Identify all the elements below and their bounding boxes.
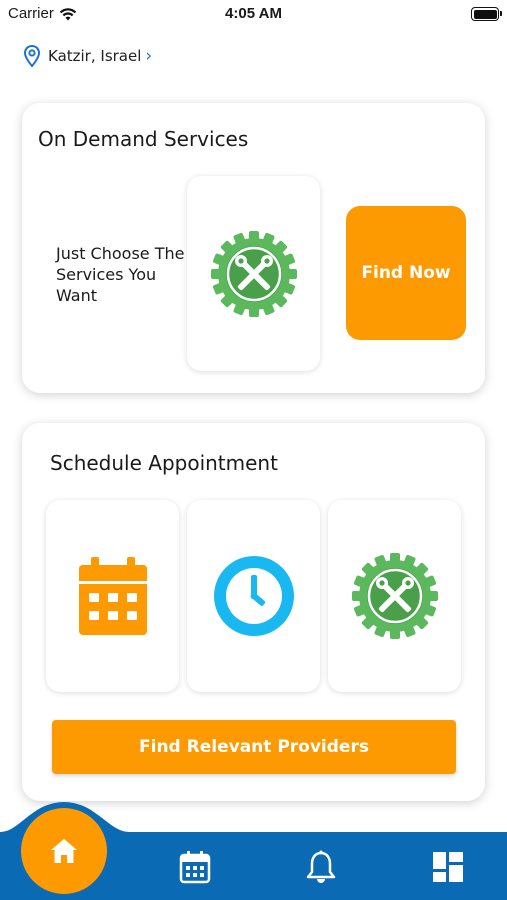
schedule-card: Schedule Appointment Find Relevant Provi… — [22, 423, 485, 801]
tab-notifications[interactable] — [304, 850, 338, 884]
find-now-button[interactable]: Find Now — [346, 206, 466, 340]
tab-calendar[interactable] — [178, 850, 212, 884]
service-type-tile[interactable] — [328, 500, 461, 692]
time-tile[interactable] — [187, 500, 320, 692]
calendar-icon — [78, 557, 147, 635]
on-demand-card: On Demand Services Just Choose The Servi… — [22, 103, 485, 393]
find-providers-button[interactable]: Find Relevant Providers — [52, 720, 456, 774]
location-label: Katzir, Israel — [48, 47, 142, 65]
calendar-icon — [179, 851, 211, 884]
dashboard-icon — [433, 852, 463, 882]
battery-icon — [471, 7, 502, 21]
bell-icon — [306, 850, 336, 883]
location-pin-icon — [24, 45, 40, 67]
chevron-right-icon: › — [145, 46, 153, 66]
gear-wrench-icon — [351, 553, 438, 639]
location-selector[interactable]: Katzir, Israel › — [24, 45, 152, 67]
tab-dashboard[interactable] — [431, 850, 465, 884]
status-bar: Carrier 4:05 AM — [0, 0, 507, 30]
clock-icon — [213, 556, 294, 636]
status-time: 4:05 AM — [225, 5, 282, 22]
on-demand-tagline: Just Choose The Services You Want — [56, 244, 185, 305]
date-tile[interactable] — [46, 500, 179, 692]
schedule-title: Schedule Appointment — [50, 451, 278, 475]
service-tile[interactable] — [187, 176, 320, 371]
tab-home[interactable] — [21, 808, 107, 894]
on-demand-title: On Demand Services — [38, 127, 249, 151]
gear-wrench-icon — [210, 230, 297, 317]
home-icon — [51, 839, 77, 863]
